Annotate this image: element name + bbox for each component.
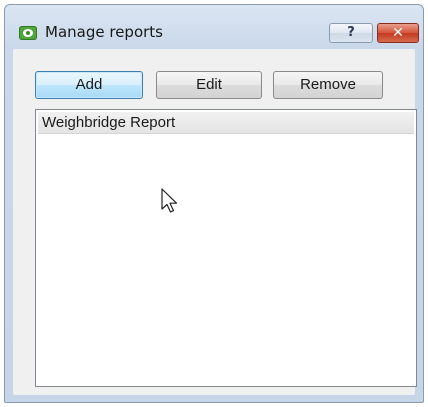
window-title: Manage reports — [45, 23, 163, 41]
title-bar[interactable]: Manage reports ? ✕ — [5, 5, 423, 47]
close-button[interactable]: ✕ — [377, 23, 419, 43]
reports-list[interactable]: Weighbridge Report — [35, 109, 417, 387]
list-item[interactable]: Weighbridge Report — [38, 112, 414, 134]
edit-button[interactable]: Edit — [156, 71, 262, 99]
mouse-pointer-icon — [161, 188, 178, 213]
dialog-body: Add Edit Remove Weighbridge Report — [13, 49, 417, 395]
manage-reports-dialog: Manage reports ? ✕ Add Edit Remove Weigh… — [4, 4, 424, 403]
eye-icon — [19, 26, 37, 40]
help-button[interactable]: ? — [329, 23, 373, 43]
remove-button[interactable]: Remove — [273, 71, 383, 99]
add-button[interactable]: Add — [35, 71, 143, 99]
